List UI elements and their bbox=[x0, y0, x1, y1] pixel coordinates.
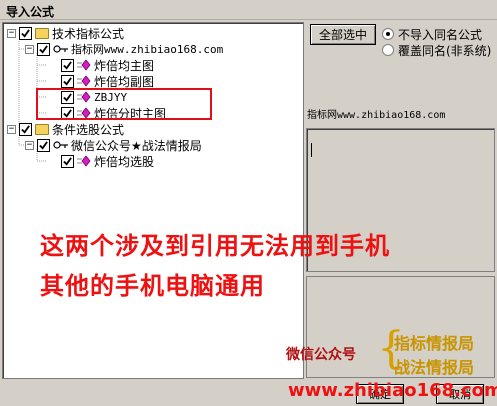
tree-node-formula[interactable]: 炸倍均主图 bbox=[61, 57, 154, 73]
radio-label: 覆盖同名(非系统) bbox=[398, 43, 492, 58]
tree-node-label: 炸倍均副图 bbox=[94, 74, 155, 89]
wechat-account-2: 战法情报局 bbox=[394, 358, 475, 377]
tree-node-label: 指标网www.zhibiao168.com bbox=[71, 43, 224, 56]
checkbox[interactable] bbox=[37, 138, 50, 152]
folder-icon bbox=[35, 27, 49, 39]
website-watermark: www.zhibiao168.com bbox=[288, 380, 497, 401]
overlay-warning-line1: 这两个涉及到引用无法用到手机 bbox=[40, 232, 390, 260]
collapse-icon[interactable]: − bbox=[7, 124, 16, 134]
select-all-button[interactable]: 全部选中 bbox=[310, 24, 376, 45]
tree-node-label: 技术指标公式 bbox=[52, 26, 125, 41]
text-caret bbox=[311, 143, 312, 157]
formula-icon bbox=[77, 59, 91, 71]
checkbox[interactable] bbox=[61, 58, 74, 72]
folder-icon bbox=[35, 123, 49, 135]
highlight-annotation-box bbox=[36, 88, 212, 120]
tree-node-tech-formulas[interactable]: − 技术指标公式 bbox=[7, 25, 124, 41]
radio-no-import[interactable]: 不导入同名公式 bbox=[382, 26, 482, 42]
author-info-label: 指标网www.zhibiao168.com bbox=[307, 110, 446, 121]
key-icon bbox=[53, 44, 69, 54]
overlay-warning-line2: 其他的手机电脑通用 bbox=[40, 272, 265, 300]
checkbox[interactable] bbox=[61, 74, 74, 88]
collapse-icon[interactable]: − bbox=[7, 28, 16, 38]
collapse-icon[interactable]: − bbox=[25, 140, 34, 150]
wechat-account-1: 指标情报局 bbox=[394, 334, 475, 353]
checkbox[interactable] bbox=[19, 26, 32, 40]
tree-node-author-wechat[interactable]: − 微信公众号★战法情报局 bbox=[25, 137, 202, 153]
key-icon bbox=[53, 140, 69, 150]
wechat-label: 微信公众号 bbox=[286, 347, 356, 363]
formula-tree[interactable]: − 技术指标公式 − 指标网www.zhibiao168.com 炸倍均主图 炸… bbox=[2, 22, 304, 379]
radio-unselected-icon[interactable] bbox=[382, 44, 394, 56]
radio-overwrite[interactable]: 覆盖同名(非系统) bbox=[382, 42, 491, 58]
tree-node-label: 炸倍均选股 bbox=[94, 154, 155, 169]
radio-label: 不导入同名公式 bbox=[398, 27, 483, 42]
formula-icon bbox=[77, 75, 91, 87]
tree-node-formula[interactable]: 炸倍均副图 bbox=[61, 73, 154, 89]
tree-node-label: 炸倍均主图 bbox=[94, 58, 155, 73]
checkbox[interactable] bbox=[19, 122, 32, 136]
tree-node-screening-formulas[interactable]: − 条件选股公式 bbox=[7, 121, 124, 137]
radio-selected-icon[interactable] bbox=[382, 28, 394, 40]
tree-node-label: 条件选股公式 bbox=[52, 122, 125, 137]
window-title: 导入公式 bbox=[6, 5, 55, 19]
checkbox[interactable] bbox=[61, 154, 74, 168]
checkbox[interactable] bbox=[37, 42, 50, 56]
title-bar: 导入公式 bbox=[0, 0, 497, 20]
tree-node-label: 微信公众号★战法情报局 bbox=[71, 138, 202, 153]
formula-icon bbox=[77, 155, 91, 167]
collapse-icon[interactable]: − bbox=[25, 44, 34, 54]
tree-node-author-zhibiao[interactable]: − 指标网www.zhibiao168.com bbox=[25, 41, 223, 57]
tree-node-formula[interactable]: 炸倍均选股 bbox=[61, 153, 154, 169]
